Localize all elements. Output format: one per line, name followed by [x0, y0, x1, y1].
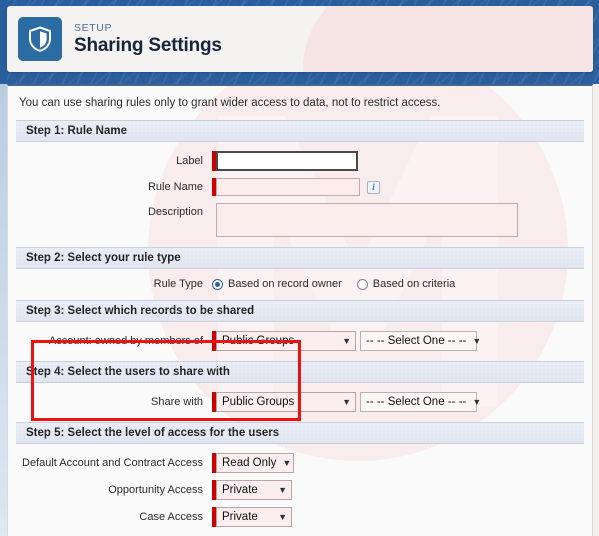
- row-share-with: Share with Public Groups ▼ -- -- Select …: [16, 392, 584, 412]
- sharing-rule-form: Step 1: Rule Name Label Rule Name i Desc…: [16, 120, 584, 536]
- left-edge-strip: [0, 0, 7, 536]
- row-label: Label: [16, 151, 584, 171]
- step-3-body: Account: owned by members of Public Grou…: [16, 322, 584, 361]
- step-4-header: Step 4: Select the users to share with: [16, 361, 584, 383]
- default-account-contract-access-select[interactable]: Read Only ▼: [216, 453, 294, 473]
- header-watermark: [303, 6, 593, 72]
- step-2-header: Step 2: Select your rule type: [16, 247, 584, 269]
- case-access-value: Private: [222, 511, 258, 523]
- info-notice: You can use sharing rules only to grant …: [19, 97, 441, 109]
- owned-by-target-value: -- -- Select One -- --: [366, 335, 467, 347]
- info-icon[interactable]: i: [367, 180, 380, 194]
- step-4-body: Share with Public Groups ▼ -- -- Select …: [16, 383, 584, 422]
- row-default-account-contract-access: Default Account and Contract Access Read…: [16, 453, 584, 473]
- chevron-down-icon: ▼: [278, 512, 287, 522]
- chevron-down-icon: ▼: [472, 397, 482, 407]
- owned-by-target-select[interactable]: -- -- Select One -- -- ▼: [360, 331, 481, 351]
- radio-based-on-record-owner[interactable]: Based on record owner: [212, 278, 342, 290]
- chevron-down-icon: ▼: [472, 336, 482, 346]
- row-rule-type: Rule Type Based on record owner Based on…: [16, 278, 584, 290]
- description-field-label: Description: [147, 206, 203, 218]
- owned-by-source-value: Public Groups: [222, 335, 295, 347]
- share-with-label: Share with: [151, 396, 203, 408]
- chevron-down-icon: ▼: [282, 458, 292, 468]
- page-header: SETUP Sharing Settings: [7, 6, 593, 72]
- chevron-down-icon: ▼: [278, 485, 287, 495]
- owned-by-label: Account: owned by members of: [48, 335, 203, 347]
- step-5-header: Step 5: Select the level of access for t…: [16, 422, 584, 444]
- share-with-source-select[interactable]: Public Groups ▼: [216, 392, 356, 412]
- case-access-label: Case Access: [139, 511, 203, 523]
- opportunity-access-value: Private: [222, 484, 258, 496]
- share-with-target-select[interactable]: -- -- Select One -- -- ▼: [360, 392, 481, 412]
- default-account-contract-access-value: Read Only: [222, 457, 277, 469]
- radio-label-record-owner: Based on record owner: [228, 278, 342, 290]
- chevron-down-icon: ▼: [342, 397, 351, 407]
- rule-type-label: Rule Type: [153, 278, 203, 290]
- step-1-header: Step 1: Rule Name: [16, 120, 584, 142]
- chevron-down-icon: ▼: [342, 336, 351, 346]
- row-owned-by: Account: owned by members of Public Grou…: [16, 331, 584, 351]
- rule-name-field-label: Rule Name: [147, 181, 203, 193]
- share-with-target-value: -- -- Select One -- --: [366, 396, 467, 408]
- description-textarea[interactable]: [216, 203, 518, 237]
- page-title: Sharing Settings: [74, 35, 222, 57]
- shield-icon: [18, 17, 62, 61]
- row-description: Description: [16, 203, 584, 237]
- radio-dot-record-owner[interactable]: [212, 278, 223, 290]
- radio-based-on-criteria[interactable]: Based on criteria: [356, 278, 456, 290]
- opportunity-access-label: Opportunity Access: [108, 484, 203, 496]
- step-2-body: Rule Type Based on record owner Based on…: [16, 269, 584, 300]
- label-input[interactable]: [216, 151, 358, 171]
- step-3-header: Step 3: Select which records to be share…: [16, 300, 584, 322]
- owned-by-source-select[interactable]: Public Groups ▼: [216, 331, 356, 351]
- row-opportunity-access: Opportunity Access Private ▼: [16, 480, 584, 500]
- rule-name-input[interactable]: [216, 178, 360, 196]
- step-1-body: Label Rule Name i Description: [16, 142, 584, 247]
- label-field-label: Label: [176, 155, 203, 167]
- opportunity-access-select[interactable]: Private ▼: [216, 480, 292, 500]
- share-with-source-value: Public Groups: [222, 396, 295, 408]
- case-access-select[interactable]: Private ▼: [216, 507, 292, 527]
- setup-eyebrow: SETUP: [74, 21, 113, 34]
- default-account-contract-access-label: Default Account and Contract Access: [22, 457, 203, 469]
- row-case-access: Case Access Private ▼: [16, 507, 584, 527]
- radio-label-criteria: Based on criteria: [372, 278, 456, 290]
- step-5-body: Default Account and Contract Access Read…: [16, 444, 584, 536]
- row-rule-name: Rule Name i: [16, 178, 584, 196]
- main-content-panel: You can use sharing rules only to grant …: [7, 84, 593, 536]
- radio-dot-criteria[interactable]: [356, 278, 368, 290]
